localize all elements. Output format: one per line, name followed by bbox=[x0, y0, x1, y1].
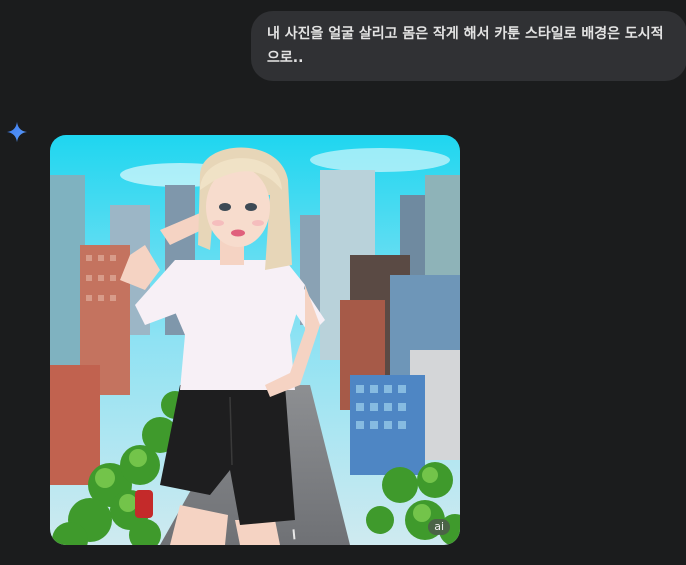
generated-image[interactable]: ai bbox=[50, 135, 460, 545]
sparkle-icon bbox=[6, 121, 28, 143]
user-message-bubble: 내 사진을 얼굴 살리고 몸은 작게 해서 카툰 스타일로 배경은 도시적으로.… bbox=[251, 11, 686, 81]
user-message-text: 내 사진을 얼굴 살리고 몸은 작게 해서 카툰 스타일로 배경은 도시적으로.… bbox=[267, 26, 664, 66]
ai-badge: ai bbox=[428, 519, 450, 535]
generated-image-illustration bbox=[50, 135, 460, 545]
